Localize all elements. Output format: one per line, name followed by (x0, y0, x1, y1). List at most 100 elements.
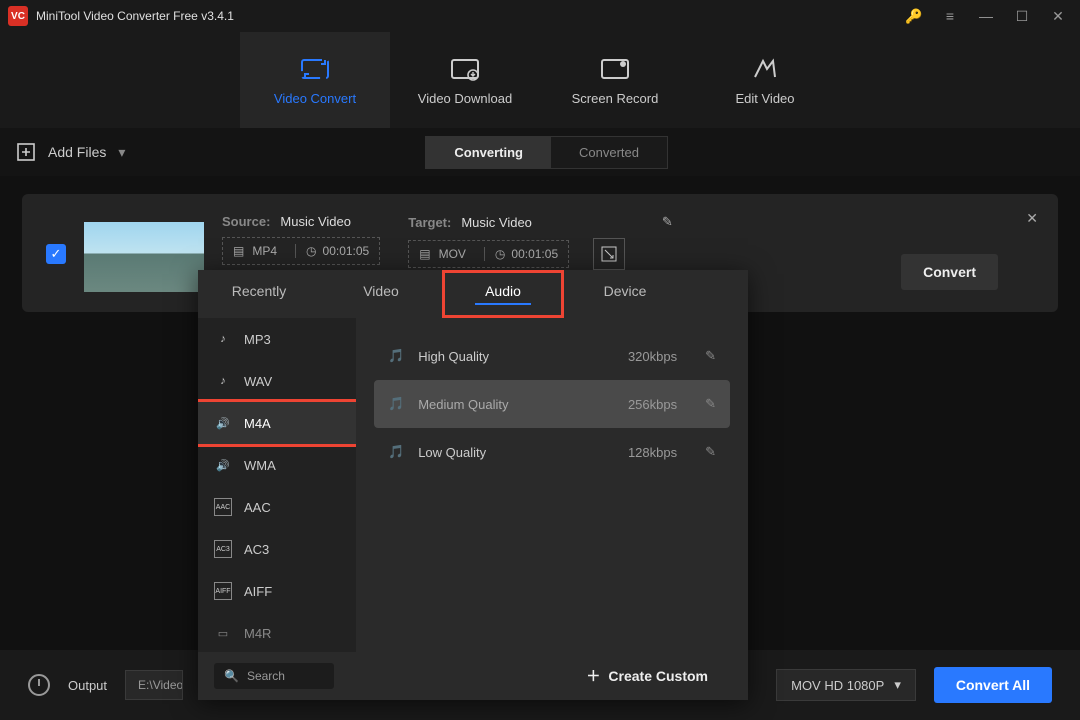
format-item-m4r[interactable]: ▭M4R (198, 612, 356, 652)
app-logo-text: VC (11, 11, 25, 22)
quality-item-high[interactable]: 🎵 High Quality 320kbps ✎ (374, 332, 730, 380)
add-files-label: Add Files (48, 144, 106, 160)
format-item-wma[interactable]: 🔊 WMA (198, 444, 356, 486)
source-format-pill: ▤ MP4 ◷ 00:01:05 (222, 237, 380, 265)
convert-button[interactable]: Convert (901, 254, 998, 290)
format-tab-video[interactable]: Video (320, 270, 442, 318)
create-custom-label: Create Custom (608, 668, 708, 684)
format-category-tabs: Recently Video Audio Device (198, 270, 748, 318)
file-note-icon: 🎵 (388, 396, 404, 412)
source-format: MP4 (252, 244, 277, 258)
audio-icon: AAC (214, 498, 232, 516)
file-note-icon: 🎵 (388, 444, 404, 460)
quality-bitrate: 128kbps (628, 445, 677, 460)
tab-label: Video Download (418, 91, 512, 106)
tab-video-convert[interactable]: Video Convert (240, 32, 390, 128)
quality-item-medium[interactable]: 🎵 Medium Quality 256kbps ✎ (374, 380, 730, 428)
format-search-input[interactable]: 🔍 Search (214, 663, 334, 689)
audio-icon: ♪ (214, 330, 232, 348)
tab-video-download[interactable]: Video Download (390, 32, 540, 128)
format-label: MP3 (244, 332, 271, 347)
target-duration: 00:01:05 (511, 247, 558, 261)
menu-icon[interactable]: ≡ (936, 2, 964, 30)
audio-icon: ▭ (214, 624, 232, 642)
quality-bitrate: 320kbps (628, 349, 677, 364)
main-tabs: Video Convert Video Download Screen Reco… (0, 32, 1080, 128)
file-note-icon: 🎵 (388, 348, 404, 364)
output-path-field[interactable]: E:\Video (125, 670, 183, 700)
quality-bitrate: 256kbps (628, 397, 677, 412)
edit-target-icon[interactable]: ✎ (662, 214, 673, 230)
expand-icon (601, 246, 617, 262)
format-popover-footer: 🔍 Search ＋ Create Custom (198, 652, 748, 700)
edit-quality-icon[interactable]: ✎ (705, 396, 716, 412)
format-item-aac[interactable]: AAC AAC (198, 486, 356, 528)
create-custom-button[interactable]: ＋ Create Custom (586, 666, 708, 686)
item-meta: Source: Music Video ▤ MP4 ◷ 00:01:05 (222, 214, 673, 270)
search-icon: 🔍 (224, 669, 239, 683)
edit-icon (749, 55, 781, 83)
item-checkbox[interactable]: ✓ (46, 244, 66, 264)
edit-quality-icon[interactable]: ✎ (705, 348, 716, 364)
tab-edit-video[interactable]: Edit Video (690, 32, 840, 128)
app-title: MiniTool Video Converter Free v3.4.1 (36, 9, 892, 23)
audio-icon: ♪ (214, 372, 232, 390)
film-icon: ▤ (233, 244, 244, 258)
edit-quality-icon[interactable]: ✎ (705, 444, 716, 460)
minimize-icon[interactable]: — (972, 2, 1000, 30)
close-icon[interactable]: ✕ (1044, 2, 1072, 30)
target-settings-button[interactable] (593, 238, 625, 270)
maximize-icon[interactable]: ☐ (1008, 2, 1036, 30)
audio-icon: AIFF (214, 582, 232, 600)
format-tab-recently[interactable]: Recently (198, 270, 320, 318)
source-duration: 00:01:05 (323, 244, 370, 258)
target-label: Target: (408, 215, 451, 230)
format-label: AC3 (244, 542, 269, 557)
toolbar: Add Files ▾ Converting Converted (0, 128, 1080, 176)
schedule-icon[interactable] (28, 674, 50, 696)
format-item-wav[interactable]: ♪ WAV (198, 360, 356, 402)
target-format-pill[interactable]: ▤ MOV ◷ 00:01:05 (408, 240, 569, 268)
add-files-button[interactable]: Add Files ▾ (16, 142, 125, 162)
tab-screen-record[interactable]: Screen Record (540, 32, 690, 128)
format-label: AAC (244, 500, 271, 515)
format-item-ac3[interactable]: AC3 AC3 (198, 528, 356, 570)
quality-item-low[interactable]: 🎵 Low Quality 128kbps ✎ (374, 428, 730, 476)
format-item-mp3[interactable]: ♪ MP3 (198, 318, 356, 360)
segment-converting[interactable]: Converting (426, 137, 551, 168)
target-name: Music Video (461, 215, 532, 230)
titlebar: VC MiniTool Video Converter Free v3.4.1 … (0, 0, 1080, 32)
segment-converted[interactable]: Converted (551, 137, 667, 168)
key-icon[interactable]: 🔑 (900, 2, 928, 30)
plus-icon: ＋ (586, 666, 600, 686)
audio-icon: 🔊 (214, 414, 232, 432)
chevron-down-icon[interactable]: ▾ (118, 144, 125, 161)
add-file-icon (16, 142, 36, 162)
quality-label: High Quality (418, 349, 489, 364)
format-tab-device[interactable]: Device (564, 270, 686, 318)
source-block: Source: Music Video ▤ MP4 ◷ 00:01:05 (222, 214, 380, 265)
remove-item-button[interactable]: ✕ (1026, 210, 1038, 227)
format-popover: Recently Video Audio Device ♪ MP3 ♪ WAV 🔊M… (198, 270, 748, 700)
clock-icon: ◷ (306, 244, 316, 258)
source-name: Music Video (280, 214, 351, 229)
output-preset-dropdown[interactable]: MOV HD 1080P ▾ (776, 669, 916, 701)
target-block: Target: Music Video ✎ ▤ MOV ◷ 00:01:05 (408, 214, 673, 270)
audio-icon: 🔊 (214, 456, 232, 474)
video-thumbnail[interactable] (84, 222, 204, 292)
output-label: Output (68, 678, 107, 693)
format-item-m4a[interactable]: 🔊M4A (198, 399, 356, 447)
target-format: MOV (439, 247, 466, 261)
record-icon (599, 55, 631, 83)
convert-all-button[interactable]: Convert All (934, 667, 1052, 703)
audio-icon: AC3 (214, 540, 232, 558)
status-segments: Converting Converted (425, 136, 668, 169)
tab-label: Edit Video (735, 91, 794, 106)
format-list[interactable]: ♪ MP3 ♪ WAV 🔊M4A 🔊 WMA AAC AAC AC3 AC3 AIFFAI… (198, 318, 356, 652)
chevron-down-icon: ▾ (894, 677, 901, 693)
format-tab-audio[interactable]: Audio (442, 270, 564, 318)
format-label: WAV (244, 374, 272, 389)
format-label: WMA (244, 458, 276, 473)
format-item-aiff[interactable]: AIFFAIFF (198, 570, 356, 612)
output-preset-label: MOV HD 1080P (791, 678, 884, 693)
